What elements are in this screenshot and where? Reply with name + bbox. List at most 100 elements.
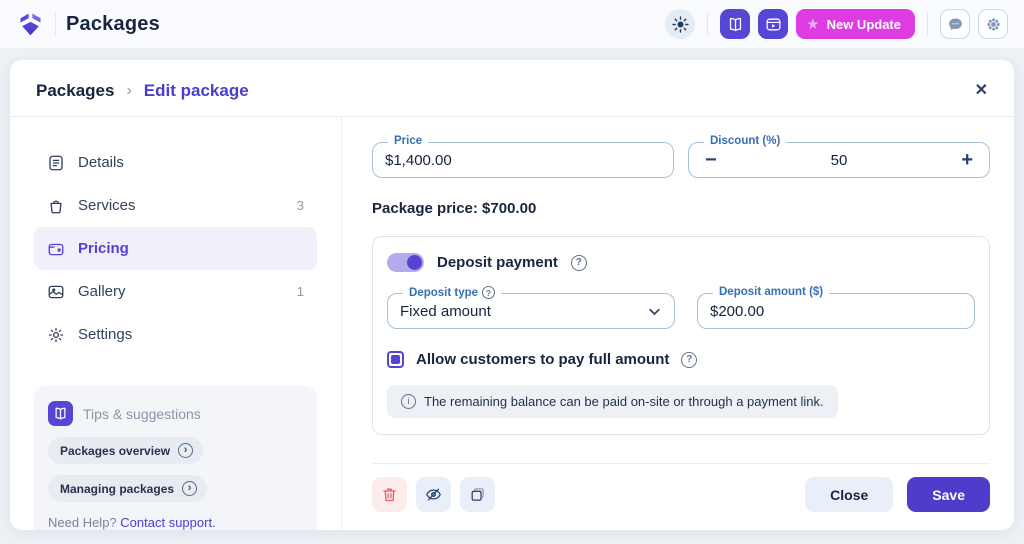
book-icon: [727, 16, 744, 33]
delete-package-button[interactable]: [372, 477, 407, 512]
sidebar: Details Services 3 Pricing Gallery 1 Set…: [10, 117, 342, 530]
eye-off-icon: [425, 486, 442, 503]
deposit-section: Deposit payment ? Deposit type ? Fixed a…: [372, 236, 990, 435]
sidebar-item-label: Details: [78, 154, 124, 171]
sun-icon: [671, 15, 689, 33]
info-text: The remaining balance can be paid on-sit…: [424, 394, 824, 409]
discount-field: Discount (%) − 50 +: [688, 135, 990, 178]
close-button[interactable]: Close: [805, 477, 894, 512]
sidebar-item-services[interactable]: Services 3: [34, 184, 317, 227]
chevron-down-icon: [647, 304, 662, 319]
help-icon[interactable]: ?: [681, 351, 698, 368]
brand-divider: [55, 13, 56, 35]
info-icon: i: [401, 394, 416, 409]
deposit-fields-row: Deposit type ? Fixed amount Deposit amou…: [387, 286, 975, 329]
video-icon: [765, 16, 782, 33]
help-icon[interactable]: ?: [482, 286, 496, 299]
managing-packages-link[interactable]: Managing packages ›: [48, 475, 208, 502]
duplicate-package-button[interactable]: [460, 477, 495, 512]
deposit-payment-toggle[interactable]: [387, 253, 424, 272]
gear-icon: [985, 16, 1002, 33]
hide-package-button[interactable]: [416, 477, 451, 512]
actions-divider: [372, 463, 990, 464]
deposit-amount-input[interactable]: [710, 302, 962, 320]
discount-increment-button[interactable]: +: [957, 150, 977, 170]
discount-decrement-button[interactable]: −: [701, 150, 721, 170]
need-help-line: Need Help? Contact support.: [48, 515, 303, 530]
contact-support-link[interactable]: Contact support.: [120, 515, 215, 530]
close-modal-button[interactable]: ✕: [975, 83, 988, 99]
app-logo-icon: [16, 10, 45, 39]
modal-header: Packages › Edit package ✕: [10, 60, 1014, 117]
new-update-button[interactable]: ★ New Update: [796, 9, 915, 39]
pay-full-amount-label: Allow customers to pay full amount: [416, 351, 670, 368]
sidebar-item-gallery[interactable]: Gallery 1: [34, 270, 317, 313]
chevron-right-icon: ›: [182, 481, 198, 496]
pay-full-amount-checkbox[interactable]: [387, 351, 404, 368]
sidebar-item-details[interactable]: Details: [34, 141, 317, 184]
gear-icon: [47, 326, 65, 344]
deposit-type-label: Deposit type ?: [403, 286, 502, 299]
copy-icon: [469, 486, 486, 503]
help-icon[interactable]: ?: [570, 254, 587, 271]
tips-title: Tips & suggestions: [83, 405, 201, 422]
discount-value: 50: [830, 151, 848, 169]
breadcrumb-edit-package: Edit package: [143, 81, 249, 100]
breadcrumb: Packages › Edit package: [36, 81, 249, 101]
chat-support-button[interactable]: [940, 9, 970, 39]
sidebar-item-pricing[interactable]: Pricing: [34, 227, 317, 270]
sidebar-item-label: Services: [78, 197, 136, 214]
price-input[interactable]: [385, 151, 661, 169]
deposit-toggle-row: Deposit payment ?: [387, 253, 975, 272]
tips-header: Tips & suggestions: [48, 401, 303, 426]
chevron-right-icon: ›: [178, 443, 194, 458]
price-field-label: Price: [388, 135, 429, 147]
topbar: Packages ★ New Update: [0, 0, 1024, 48]
sidebar-item-badge: 1: [296, 284, 304, 299]
deposit-payment-label: Deposit payment: [437, 254, 558, 271]
deposit-type-value: Fixed amount: [400, 302, 491, 320]
chevron-right-icon: ›: [126, 82, 132, 99]
deposit-type-label-text: Deposit type: [409, 286, 479, 299]
pay-full-amount-row: Allow customers to pay full amount ?: [387, 351, 975, 368]
topbar-actions: ★ New Update: [665, 9, 1008, 39]
sidebar-item-label: Pricing: [78, 240, 129, 257]
package-price-text: Package price: $700.00: [372, 200, 537, 217]
trash-icon: [381, 486, 398, 503]
sidebar-item-badge: 3: [296, 198, 304, 213]
app-title: Packages: [66, 12, 160, 35]
packages-overview-link[interactable]: Packages overview ›: [48, 437, 204, 464]
topbar-divider: [707, 13, 709, 35]
price-discount-row: Price Discount (%) − 50 +: [372, 135, 990, 178]
sidebar-item-label: Gallery: [78, 283, 126, 300]
document-icon: [47, 154, 65, 172]
open-book-icon: [48, 401, 73, 426]
settings-button[interactable]: [978, 9, 1008, 39]
chat-bubble-icon: [947, 16, 964, 33]
tips-panel: Tips & suggestions Packages overview › M…: [34, 386, 317, 530]
sidebar-item-settings[interactable]: Settings: [34, 313, 317, 356]
edit-package-modal: Packages › Edit package ✕ Details Servic…: [10, 60, 1014, 530]
actions-row: Close Save: [372, 477, 990, 512]
deposit-amount-field: Deposit amount ($): [697, 286, 975, 329]
brand: Packages: [16, 10, 160, 39]
new-update-label: New Update: [826, 16, 901, 32]
remaining-balance-info: i The remaining balance can be paid on-s…: [387, 385, 838, 418]
topbar-divider-2: [927, 13, 928, 35]
sidebar-item-label: Settings: [78, 326, 133, 343]
image-icon: [47, 283, 65, 301]
docs-button[interactable]: [720, 9, 751, 39]
pricing-form: Price Discount (%) − 50 + Package price:…: [342, 117, 1014, 530]
video-tutorials-button[interactable]: [758, 9, 789, 39]
tip-label: Managing packages: [60, 481, 175, 496]
save-button[interactable]: Save: [907, 477, 990, 512]
modal-body: Details Services 3 Pricing Gallery 1 Set…: [10, 117, 1014, 530]
bag-icon: [47, 197, 65, 215]
deposit-amount-label: Deposit amount ($): [713, 286, 830, 298]
wallet-icon: [47, 240, 65, 258]
tip-label: Packages overview: [60, 443, 171, 458]
breadcrumb-packages[interactable]: Packages: [36, 81, 114, 101]
close-icon: ✕: [974, 82, 988, 99]
deposit-type-select[interactable]: Deposit type ? Fixed amount: [387, 286, 675, 329]
theme-toggle-button[interactable]: [665, 9, 696, 39]
